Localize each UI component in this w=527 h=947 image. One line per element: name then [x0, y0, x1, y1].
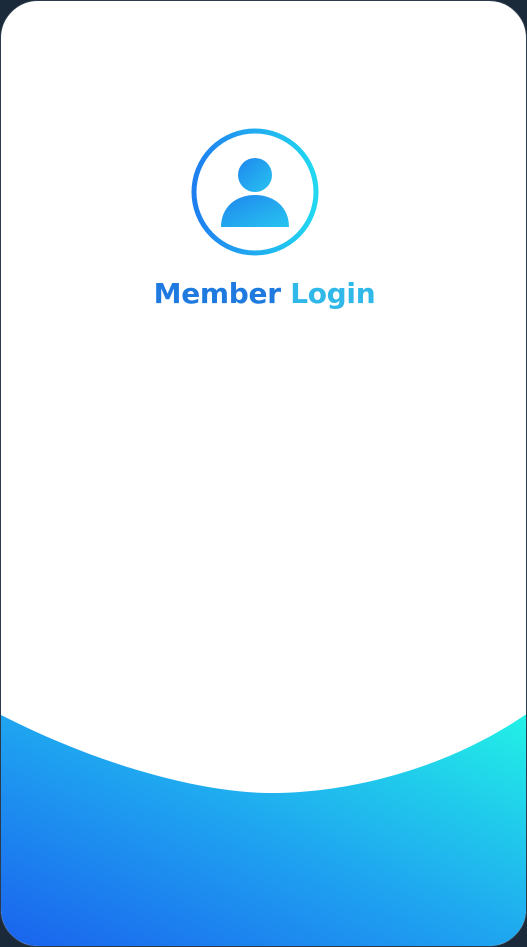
login-screen: Member Login: [0, 0, 527, 947]
bottom-gradient-wave: [1, 714, 526, 946]
